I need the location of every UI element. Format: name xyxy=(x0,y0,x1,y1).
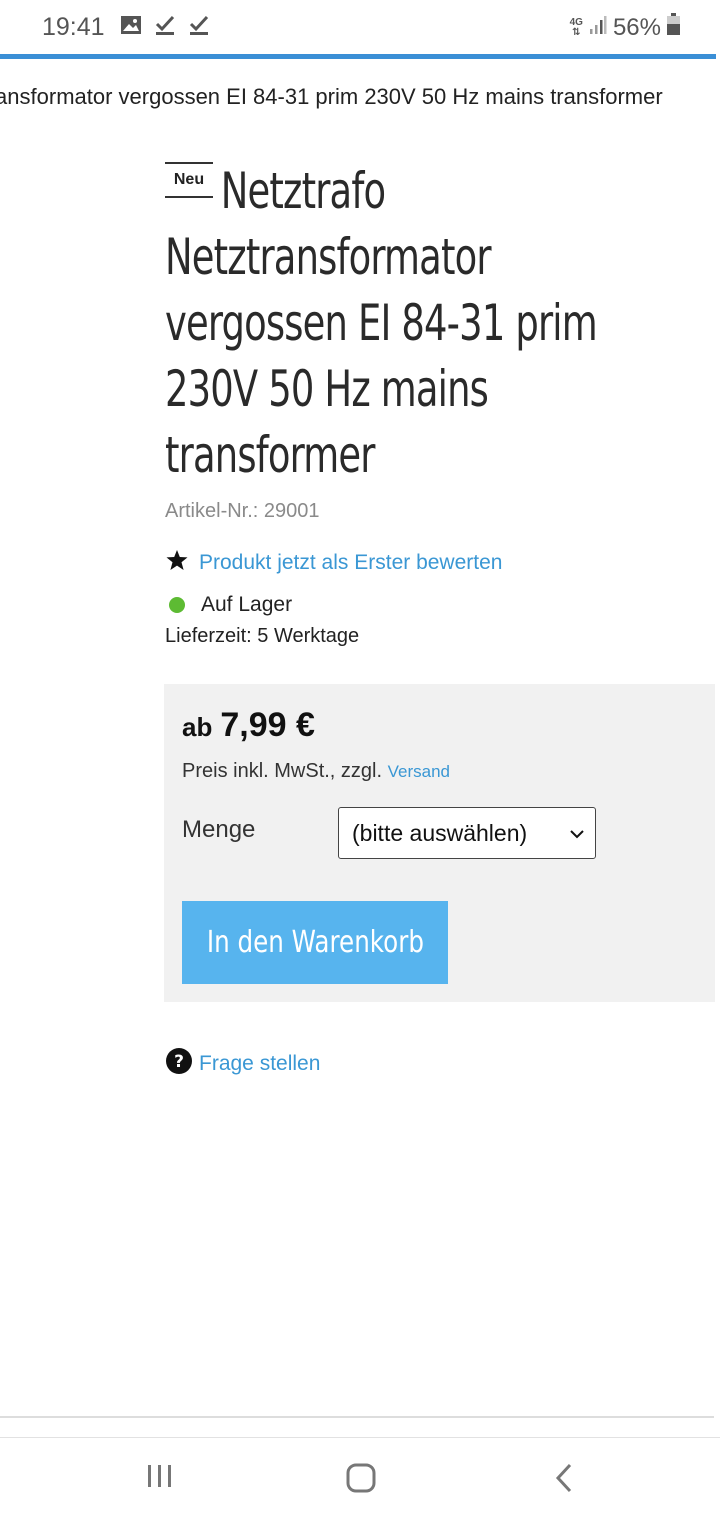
buy-box: ab 7,99 € Preis inkl. MwSt., zzgl. Versa… xyxy=(164,684,715,1002)
stock-label: Auf Lager xyxy=(201,593,293,616)
system-nav-bar xyxy=(0,1437,720,1520)
add-to-cart-button[interactable]: In den Warenkorb xyxy=(182,901,448,984)
price-note: Preis inkl. MwSt., zzgl. Versand xyxy=(182,760,450,783)
stock-status: Auf Lager xyxy=(165,593,705,617)
status-right-group: 4G ⇅ 56% xyxy=(570,13,680,42)
gallery-icon xyxy=(120,15,142,40)
title-line: vergossen EI 84-31 prim xyxy=(165,294,598,352)
quantity-select[interactable]: (bitte auswählen) xyxy=(338,807,596,859)
status-notification-icons xyxy=(120,14,210,41)
home-icon[interactable] xyxy=(345,1462,377,1499)
quantity-label: Menge xyxy=(182,816,256,843)
recent-apps-icon[interactable] xyxy=(145,1462,175,1495)
star-icon xyxy=(165,549,199,577)
article-number: Artikel-Nr.: 29001 xyxy=(165,500,320,522)
title-line: Netztrafo xyxy=(220,162,386,220)
svg-text:?: ? xyxy=(174,1052,184,1072)
price-note-text: Preis inkl. MwSt., zzgl. xyxy=(182,760,383,782)
breadcrumb-current: Netztrafo Netztransformator vergossen EI… xyxy=(0,84,663,109)
quantity-selected-value: (bitte auswählen) xyxy=(352,820,528,846)
back-icon[interactable] xyxy=(552,1462,576,1499)
product-info: Neu Netztrafo Netztransformator vergosse… xyxy=(165,158,705,648)
check-icon xyxy=(154,14,176,41)
delivery-time: Lieferzeit: 5 Werktage xyxy=(165,625,360,647)
ask-question-link[interactable]: ? Frage stellen xyxy=(165,1047,320,1081)
check-icon xyxy=(188,14,210,41)
signal-icon xyxy=(589,14,607,42)
title-line: transformer xyxy=(165,426,375,484)
status-time: 19:41 xyxy=(42,13,105,41)
status-bar: 19:41 4G ⇅ 56% xyxy=(0,0,720,54)
battery-percent: 56% xyxy=(612,13,661,41)
price: ab 7,99 € xyxy=(182,706,315,745)
ask-question-label[interactable]: Frage stellen xyxy=(199,1052,320,1076)
rate-product-link[interactable]: Produkt jetzt als Erster bewerten xyxy=(165,549,705,577)
question-icon: ? xyxy=(165,1047,199,1081)
battery-icon xyxy=(667,13,680,42)
network-type-icon: 4G ⇅ xyxy=(569,16,583,38)
header-accent-bar xyxy=(0,54,716,59)
price-prefix: ab xyxy=(182,712,213,742)
product-title: Netztrafo Netztransformator vergossen EI… xyxy=(165,158,690,488)
rate-product-label[interactable]: Produkt jetzt als Erster bewerten xyxy=(199,551,502,575)
shipping-link[interactable]: Versand xyxy=(388,762,450,781)
title-line: 230V 50 Hz mains xyxy=(165,360,489,418)
page-bottom-divider xyxy=(0,1416,714,1418)
title-line: Netztransformator xyxy=(165,228,491,286)
breadcrumb: Netztrafo Netztransformator vergossen EI… xyxy=(0,84,720,110)
price-amount: 7,99 € xyxy=(220,706,315,744)
in-stock-icon xyxy=(169,597,185,613)
